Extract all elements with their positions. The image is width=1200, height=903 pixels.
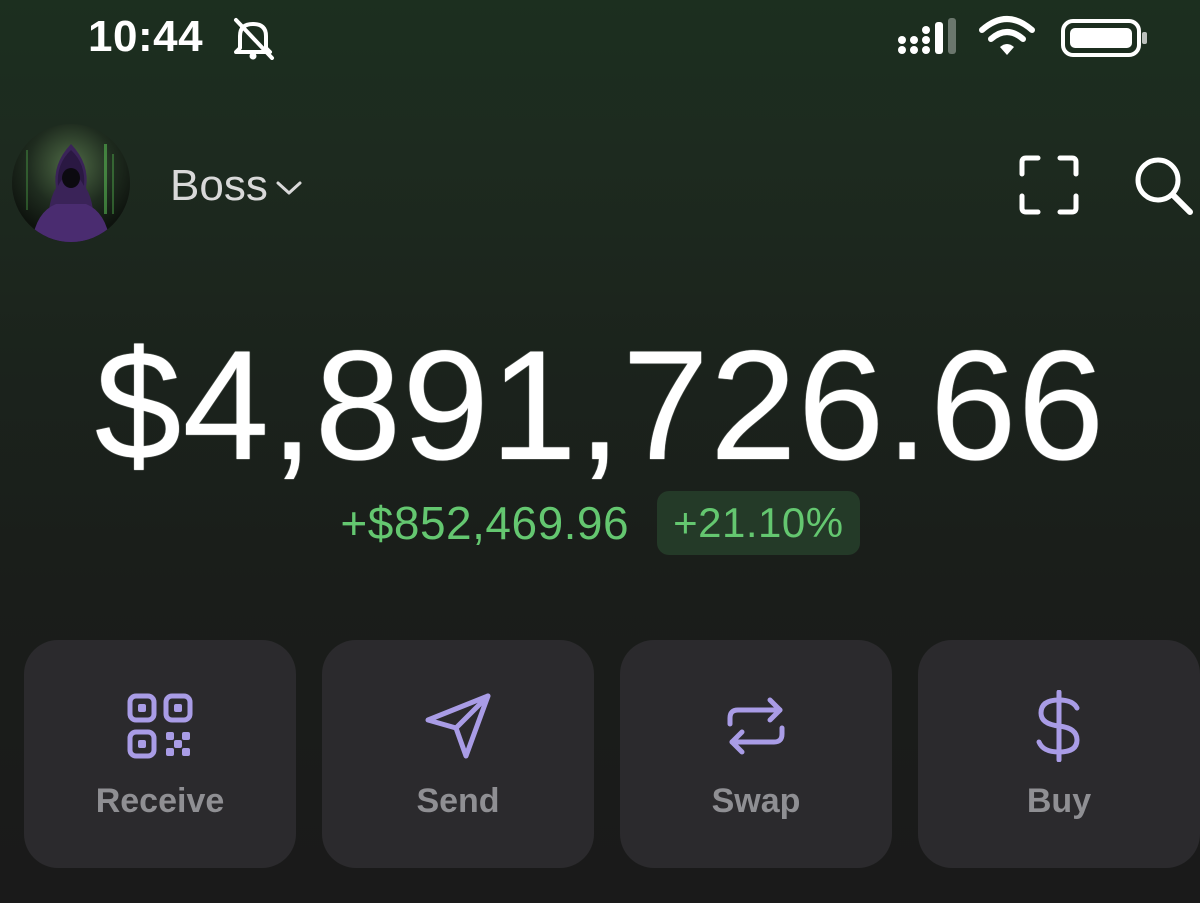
- send-icon: [425, 693, 491, 759]
- send-button[interactable]: Send: [322, 640, 594, 868]
- search-icon[interactable]: [1128, 150, 1196, 218]
- bell-off-icon: [234, 18, 274, 60]
- change-percent-badge: +21.10%: [657, 491, 860, 555]
- change-amount: +$852,469.96: [340, 497, 630, 549]
- swap-icon: [727, 697, 785, 755]
- signal-icon: [898, 18, 956, 54]
- status-bar: 10:44: [0, 0, 1200, 80]
- account-name: Boss: [170, 161, 268, 210]
- portfolio-change: +$852,469.96 +21.10%: [0, 488, 1200, 558]
- status-time: 10:44: [88, 12, 204, 61]
- receive-label: Receive: [95, 782, 225, 820]
- swap-label: Swap: [711, 782, 801, 820]
- battery-icon: [1061, 19, 1147, 57]
- avatar-image: [12, 124, 130, 242]
- scan-icon[interactable]: [1016, 152, 1082, 218]
- receive-button[interactable]: Receive: [24, 640, 296, 868]
- account-switcher[interactable]: Boss: [170, 156, 304, 216]
- swap-button[interactable]: Swap: [620, 640, 892, 868]
- dollar-icon: [1036, 690, 1080, 762]
- avatar[interactable]: [12, 124, 130, 242]
- buy-label: Buy: [1026, 782, 1092, 820]
- portfolio-balance: $4,891,726.66: [94, 319, 1106, 493]
- action-bar: Receive Send Swap Buy: [24, 640, 1200, 870]
- qr-code-icon: [127, 693, 193, 759]
- wifi-icon: [979, 16, 1035, 55]
- send-label: Send: [416, 782, 500, 820]
- buy-button[interactable]: Buy: [918, 640, 1200, 868]
- chevron-down-icon: [276, 181, 302, 195]
